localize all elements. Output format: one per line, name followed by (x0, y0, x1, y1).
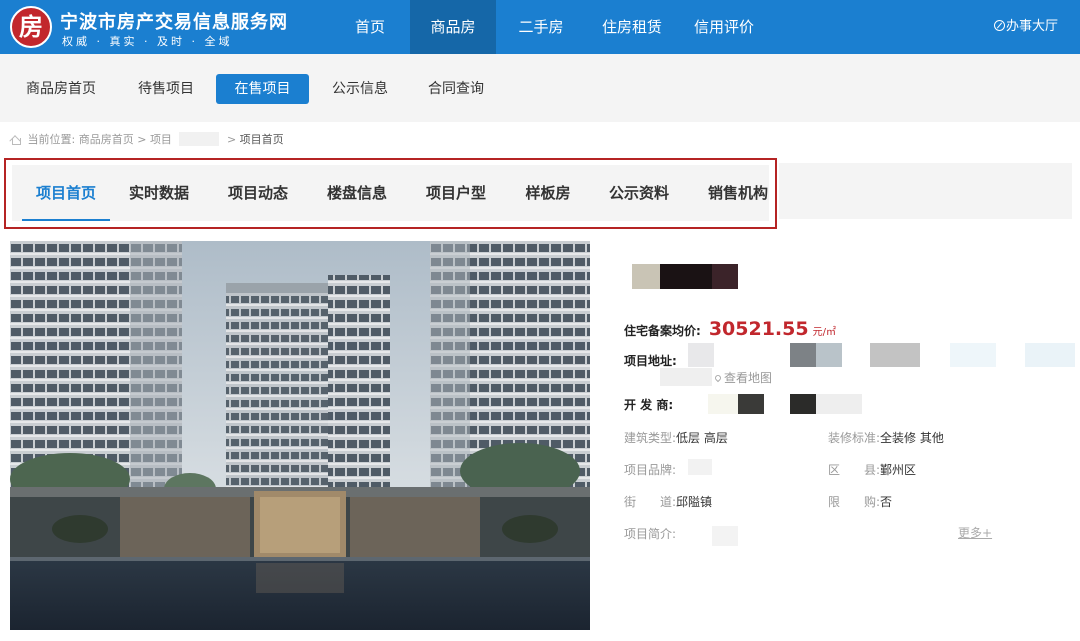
decoration-row: 装修标准:全装修 其他 (828, 429, 944, 446)
building-type-label: 建筑类型: (624, 431, 677, 445)
district-value: 鄞州区 (880, 463, 917, 477)
tab-building-info[interactable]: 楼盘信息 (314, 165, 400, 221)
nav-item-rental[interactable]: 住房租赁 (586, 0, 678, 54)
tab-project-news[interactable]: 项目动态 (215, 165, 301, 221)
tab-public-docs[interactable]: 公示资料 (596, 165, 682, 221)
brand-row: 项目品牌: (624, 461, 676, 478)
address-redacted (870, 343, 920, 367)
address-redacted (790, 343, 816, 367)
nav-item-home[interactable]: 首页 (330, 0, 410, 54)
purchase-limit-label: 限 购: (828, 495, 881, 509)
project-tabs: 项目首页 实时数据 项目动态 楼盘信息 项目户型 样板房 公示资料 销售机构 (12, 165, 769, 221)
decoration-value: 全装修 其他 (880, 431, 944, 445)
building-type-row: 建筑类型:低层 高层 (624, 429, 728, 446)
building-type-value: 低层 高层 (676, 431, 728, 445)
breadcrumb-current: 项目首页 (239, 133, 284, 146)
address-redacted (950, 343, 996, 367)
price-row: 住宅备案均价: 30521.55 元/㎡ (624, 318, 836, 340)
breadcrumb: 当前位置: 商品房首页 > 项目 > 项目首页 (10, 131, 284, 147)
brand-redacted (688, 459, 712, 475)
address-redacted (688, 343, 714, 367)
price-label: 住宅备案均价: (624, 324, 701, 338)
view-map-label: 查看地图 (724, 371, 773, 385)
developer-redacted (738, 394, 764, 414)
breadcrumb-sep: > (137, 132, 147, 146)
street-value: 邱隘镇 (676, 495, 713, 509)
purchase-limit-row: 限 购:否 (828, 493, 892, 510)
main-nav: 首页 商品房 二手房 住房租赁 信用评价 (330, 0, 770, 54)
site-slogan: 权威 · 真实 · 及时 · 全域 (62, 35, 233, 48)
intro-redacted (712, 526, 738, 546)
street-row: 街 道:邱隘镇 (624, 493, 712, 510)
project-tabs-highlight: 项目首页 实时数据 项目动态 楼盘信息 项目户型 样板房 公示资料 销售机构 (4, 158, 777, 229)
purchase-limit-value: 否 (880, 495, 893, 509)
breadcrumb-project[interactable]: 项目 (150, 131, 172, 147)
tab-project-home[interactable]: 项目首页 (22, 165, 110, 221)
nav-item-new-homes[interactable]: 商品房 (410, 0, 496, 54)
address-redacted (1025, 343, 1075, 367)
tabs-bar-extension (779, 163, 1072, 219)
office-hall-link[interactable]: 办事大厅 (993, 0, 1058, 54)
developer-label: 开 发 商: (624, 398, 674, 412)
street-label: 街 道: (624, 495, 677, 509)
tab-show-flat[interactable]: 样板房 (512, 165, 584, 221)
subnav-item-new-home-index[interactable]: 商品房首页 (14, 74, 108, 104)
address-label: 项目地址: (624, 354, 677, 368)
developer-redacted (708, 394, 738, 414)
tab-sales-agency[interactable]: 销售机构 (695, 165, 781, 221)
project-rendering-image[interactable] (10, 241, 590, 630)
developer-redacted (816, 394, 862, 414)
subnav-item-on-sale[interactable]: 在售项目 (216, 74, 309, 104)
project-name-redacted (632, 264, 660, 289)
nav-item-resale[interactable]: 二手房 (496, 0, 586, 54)
price-unit: 元/㎡ (812, 327, 836, 338)
subnav-item-pending[interactable]: 待售项目 (126, 74, 206, 104)
compass-icon (993, 20, 1005, 31)
breadcrumb-home[interactable]: 商品房首页 (79, 131, 134, 147)
project-name-redacted (712, 264, 738, 289)
breadcrumb-prefix: 当前位置: (27, 133, 76, 146)
intro-row: 项目简介: (624, 525, 676, 542)
address-redacted (816, 343, 842, 367)
top-header: 房 宁波市房产交易信息服务网 权威 · 真实 · 及时 · 全域 首页 商品房 … (0, 0, 1080, 54)
price-value: 30521.55 (708, 318, 809, 340)
view-map-link[interactable]: 查看地图 (713, 369, 773, 386)
sub-nav: 商品房首页 待售项目 在售项目 公示信息 合同查询 (0, 54, 1080, 122)
district-label: 区 县: (828, 463, 881, 477)
address-redacted (660, 368, 712, 386)
breadcrumb-redacted-name (179, 132, 220, 146)
office-hall-label: 办事大厅 (1005, 19, 1058, 34)
nav-item-credit[interactable]: 信用评价 (678, 0, 770, 54)
decoration-label: 装修标准: (828, 431, 881, 445)
subnav-item-contract-query[interactable]: 合同查询 (416, 74, 496, 104)
intro-label: 项目简介: (624, 527, 677, 541)
brand-label: 项目品牌: (624, 463, 677, 477)
site-title[interactable]: 宁波市房产交易信息服务网 (60, 8, 288, 34)
district-row: 区 县:鄞州区 (828, 461, 916, 478)
more-link[interactable]: 更多+ (958, 524, 992, 541)
breadcrumb-sep: > (226, 132, 237, 146)
subnav-item-public-info[interactable]: 公示信息 (320, 74, 400, 104)
tab-realtime-data[interactable]: 实时数据 (116, 165, 202, 221)
developer-redacted (790, 394, 816, 414)
project-name-redacted (660, 264, 712, 289)
map-pin-icon (713, 373, 723, 383)
home-icon (10, 134, 21, 145)
site-logo[interactable]: 房 (10, 6, 52, 48)
building-illustration (10, 241, 590, 630)
tab-floor-plans[interactable]: 项目户型 (413, 165, 499, 221)
